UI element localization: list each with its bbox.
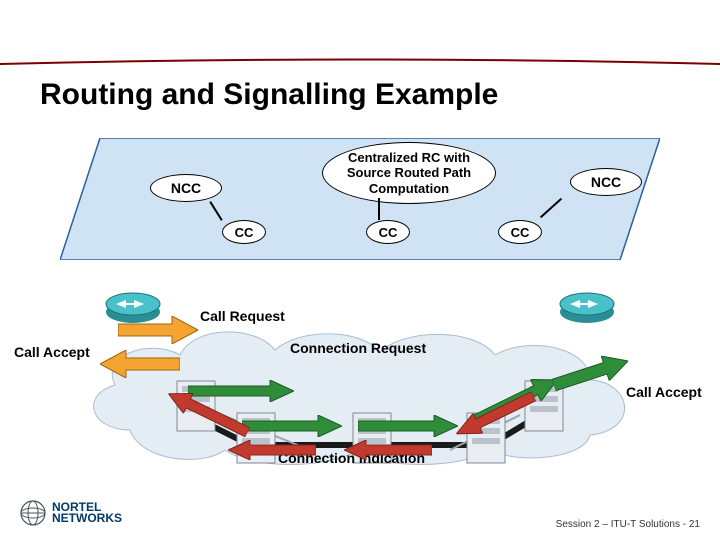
centralized-rc: Centralized RC with Source Routed Path C… [322,142,496,204]
arrow-conn-req-3 [358,415,458,437]
arrow-call-request [118,316,198,344]
conn-rc-cc2 [378,198,380,220]
slide-title: Routing and Signalling Example [40,78,498,112]
call-accept-left-label: Call Accept [14,344,90,360]
control-plane: NCC NCC Centralized RC with Source Route… [60,138,660,260]
arrow-conn-ind-2 [344,440,432,460]
ncc-right: NCC [570,168,642,196]
ncc-right-label: NCC [591,174,621,190]
arrow-conn-ind-1 [228,440,316,460]
arrow-call-accept-left [100,350,180,378]
cc-3: CC [498,220,542,244]
cc-2-label: CC [379,225,398,240]
slide: Routing and Signalling Example NCC NCC C… [0,0,720,540]
router-right [558,282,616,324]
cc-1: CC [222,220,266,244]
cc-2: CC [366,220,410,244]
call-accept-right-label: Call Accept [626,384,702,400]
call-request-label: Call Request [200,308,285,324]
cc-3-label: CC [511,225,530,240]
footer-text: Session 2 – ITU-T Solutions - 21 [556,519,700,530]
logo-text: NORTEL NETWORKS [52,502,122,525]
ncc-left-label: NCC [171,180,201,196]
arrow-conn-req-2 [242,415,342,437]
rc-label: Centralized RC with Source Routed Path C… [329,150,489,197]
cc-1-label: CC [235,225,254,240]
logo: NORTEL NETWORKS [20,500,122,526]
connection-request-label: Connection Request [290,340,426,356]
globe-icon [20,500,46,526]
logo-line2: NETWORKS [52,513,122,524]
ncc-left: NCC [150,174,222,202]
